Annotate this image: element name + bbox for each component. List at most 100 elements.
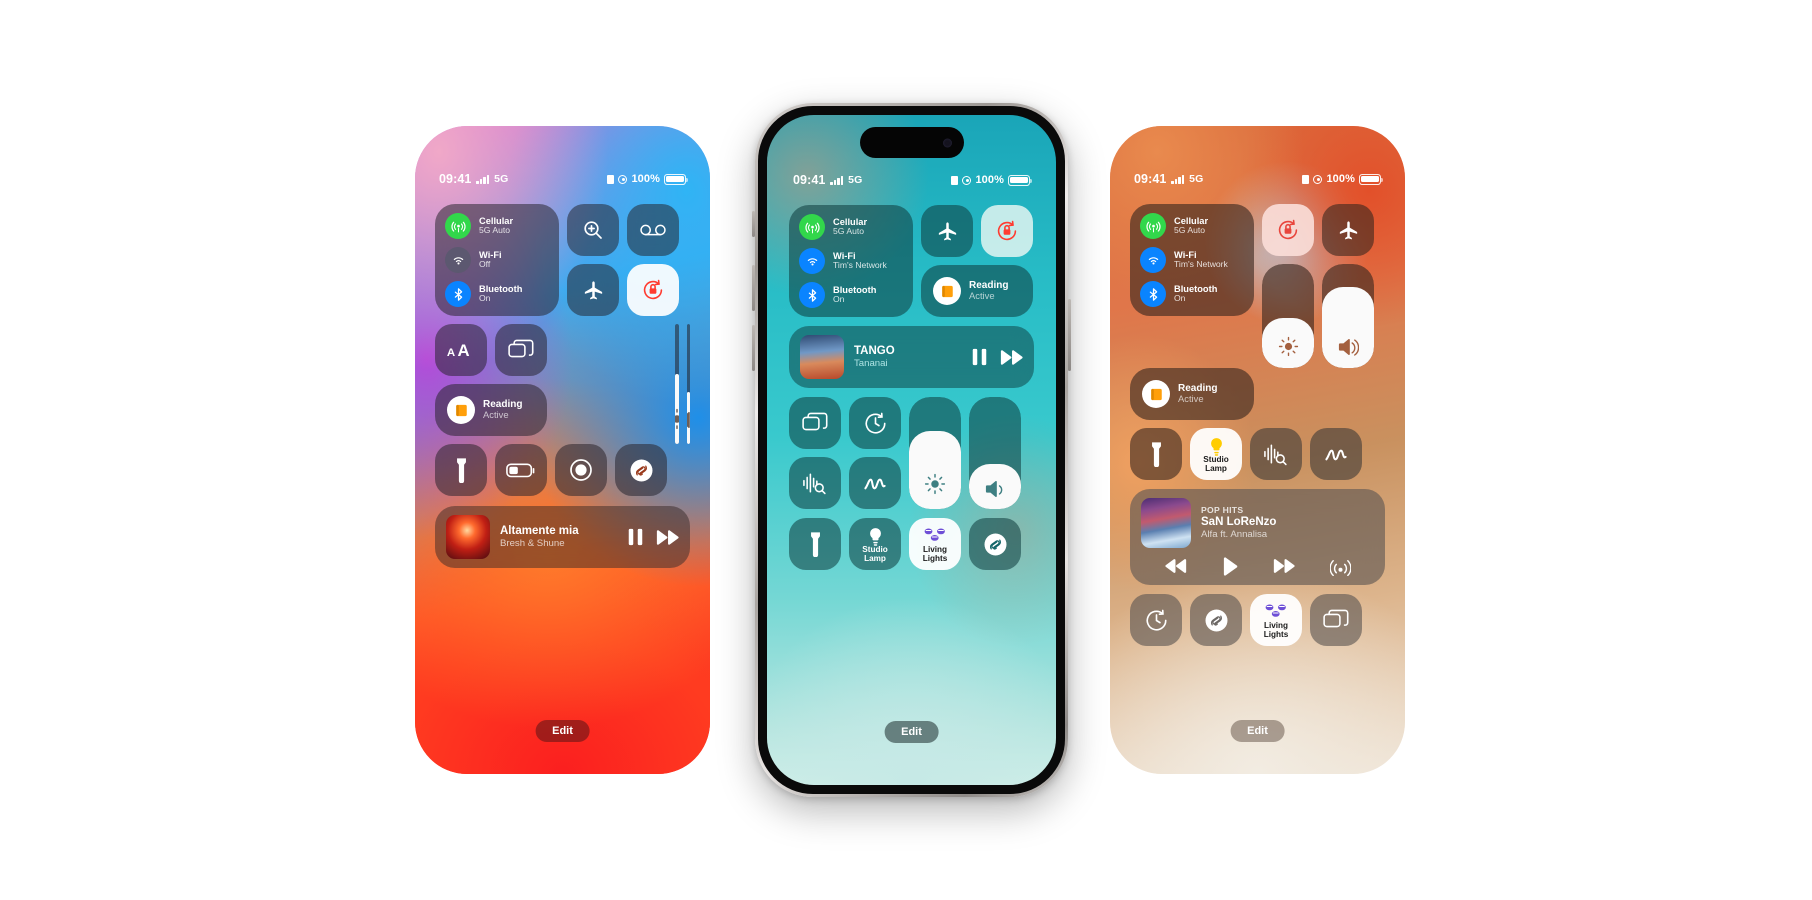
wifi-row[interactable]: Wi-Fi Tim's Network [1140, 247, 1244, 273]
phone-right: 09:41 5G 100% Cellular 5G Auto Wi-Fi Tim… [1110, 126, 1405, 774]
orientation-lock-tile[interactable] [981, 205, 1033, 257]
shazam-tile[interactable] [969, 518, 1021, 570]
wifi-icon [445, 247, 471, 273]
focus-status: Active [969, 290, 995, 302]
pause-button[interactable] [971, 348, 988, 366]
battery-full-icon [1008, 174, 1033, 186]
airplane-mode-tile[interactable] [567, 264, 619, 316]
bluetooth-icon [799, 282, 825, 308]
cellular-row[interactable]: Cellular 5G Auto [445, 213, 549, 239]
wifi-value: Off [479, 259, 491, 270]
cellular-value: 5G Auto [1174, 225, 1206, 236]
shazam-tile[interactable] [1190, 594, 1242, 646]
volume-slider[interactable] [969, 397, 1021, 509]
now-playing-card[interactable]: TANGO Tananai [789, 326, 1034, 388]
status-battery-percent: 100% [631, 173, 660, 185]
airplane-mode-tile[interactable] [921, 205, 973, 257]
brightness-slider[interactable] [675, 324, 679, 444]
timer-tile[interactable] [1130, 594, 1182, 646]
bluetooth-value: On [1174, 293, 1186, 304]
cellular-row[interactable]: Cellular 5G Auto [1140, 213, 1244, 239]
cellular-row[interactable]: Cellular 5G Auto [799, 214, 903, 240]
now-playing-card[interactable]: POP HITS SaN LoReNzo Alfa ft. Annalisa [1130, 489, 1385, 585]
living-lights-label: Living Lights [922, 544, 948, 563]
orientation-lock-tile[interactable] [1262, 204, 1314, 256]
quick-note-tile[interactable] [1310, 428, 1362, 480]
status-network: 5G [848, 174, 863, 186]
living-lights-tile[interactable]: Living Lights [1250, 594, 1302, 646]
status-bar-center: 09:41 5G 100% [767, 173, 1056, 187]
rewind-button[interactable] [1164, 558, 1187, 574]
status-battery-percent: 100% [975, 174, 1004, 186]
fast-forward-button[interactable] [1000, 349, 1023, 366]
album-artwork [446, 515, 490, 559]
volume-slider[interactable] [686, 324, 690, 444]
flashlight-tile[interactable] [435, 444, 487, 496]
brightness-slider[interactable] [1262, 264, 1314, 368]
living-lights-tile[interactable]: Living Lights [909, 518, 961, 570]
pause-button[interactable] [627, 528, 644, 546]
focus-reading-pill[interactable]: Reading Active [1130, 368, 1254, 420]
volume-down-button[interactable] [752, 325, 755, 371]
focus-reading-pill[interactable]: Reading Active [435, 384, 547, 436]
text-size-tile[interactable]: AA [435, 324, 487, 376]
fast-forward-button[interactable] [656, 529, 679, 546]
focus-reading-pill[interactable]: Reading Active [921, 265, 1033, 317]
play-button[interactable] [1222, 556, 1238, 576]
timer-tile[interactable] [849, 397, 901, 449]
flashlight-tile[interactable] [1130, 428, 1182, 480]
volume-up-button[interactable] [752, 265, 755, 311]
bluetooth-value: On [479, 293, 491, 304]
cellular-bars-icon [476, 174, 490, 184]
sound-recognition-tile[interactable] [789, 457, 841, 509]
voicemail-tile[interactable] [627, 204, 679, 256]
low-power-mode-tile[interactable] [495, 444, 547, 496]
bluetooth-icon [1140, 281, 1166, 307]
wifi-row[interactable]: Wi-Fi Off [445, 247, 549, 273]
studio-lamp-tile[interactable]: Studio Lamp [1190, 428, 1242, 480]
sound-recognition-tile[interactable] [1250, 428, 1302, 480]
cellular-antenna-icon [1140, 213, 1166, 239]
silent-switch[interactable] [752, 211, 755, 237]
airplane-mode-tile[interactable] [1322, 204, 1374, 256]
status-time: 09:41 [793, 173, 826, 187]
cellular-value: 5G Auto [479, 225, 511, 236]
flashlight-tile[interactable] [789, 518, 841, 570]
track-title: TANGO [854, 344, 895, 357]
screen-record-tile[interactable] [555, 444, 607, 496]
connectivity-module[interactable]: Cellular 5G Auto Wi-Fi Tim's Network Blu… [789, 205, 913, 317]
wifi-row[interactable]: Wi-Fi Tim's Network [799, 248, 903, 274]
power-button[interactable] [1068, 299, 1071, 371]
brightness-icon [924, 473, 946, 495]
status-battery-percent: 100% [1326, 173, 1355, 185]
airplay-button[interactable] [1329, 556, 1351, 576]
fast-forward-button[interactable] [1273, 558, 1295, 574]
front-camera-icon [942, 138, 952, 147]
wifi-icon [1140, 247, 1166, 273]
edit-button[interactable]: Edit [884, 721, 939, 743]
connectivity-module[interactable]: Cellular 5G Auto Wi-Fi Off Bluetooth On [435, 204, 559, 316]
shazam-tile[interactable] [615, 444, 667, 496]
control-center-center: Cellular 5G Auto Wi-Fi Tim's Network Blu… [767, 205, 1056, 570]
brightness-slider[interactable] [909, 397, 961, 509]
now-playing-card[interactable]: Altamente mia Bresh & Shune [435, 506, 690, 568]
screen-mirror-tile[interactable] [1310, 594, 1362, 646]
volume-icon [686, 410, 690, 430]
bluetooth-row[interactable]: Bluetooth On [1140, 281, 1244, 307]
volume-slider[interactable] [1322, 264, 1374, 368]
bluetooth-row[interactable]: Bluetooth On [799, 282, 903, 308]
brightness-icon [1278, 336, 1299, 357]
book-icon [447, 396, 475, 424]
quick-note-tile[interactable] [849, 457, 901, 509]
status-network: 5G [1189, 173, 1204, 185]
edit-button[interactable]: Edit [1230, 720, 1285, 742]
magnifier-tile[interactable] [567, 204, 619, 256]
focus-reading-icon [607, 174, 615, 184]
studio-lamp-tile[interactable]: Studio Lamp [849, 518, 901, 570]
edit-button[interactable]: Edit [535, 720, 590, 742]
bluetooth-row[interactable]: Bluetooth On [445, 281, 549, 307]
orientation-lock-tile[interactable] [627, 264, 679, 316]
connectivity-module[interactable]: Cellular 5G Auto Wi-Fi Tim's Network Blu… [1130, 204, 1254, 316]
screen-mirror-tile[interactable] [789, 397, 841, 449]
screen-mirror-tile[interactable] [495, 324, 547, 376]
